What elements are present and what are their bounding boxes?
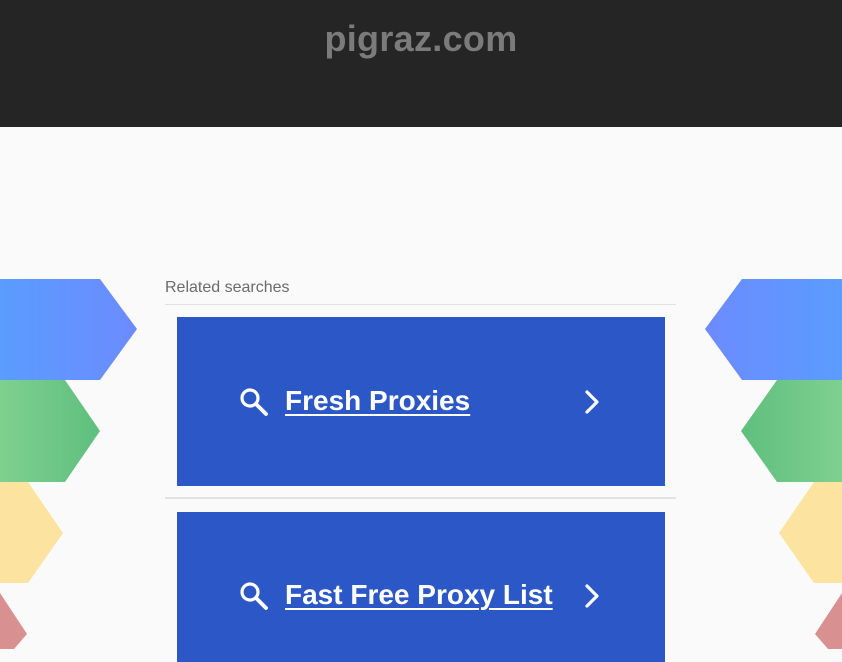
deco-yellow-left bbox=[0, 482, 63, 583]
site-domain-title[interactable]: pigraz.com bbox=[0, 18, 842, 60]
divider bbox=[165, 497, 676, 499]
search-icon bbox=[240, 387, 268, 416]
deco-green-right bbox=[741, 380, 842, 482]
deco-green-left bbox=[0, 380, 100, 482]
related-search-label: Fresh Proxies bbox=[285, 384, 471, 416]
chevron-right-icon bbox=[585, 584, 599, 608]
deco-red-left bbox=[0, 593, 27, 649]
related-search-link-fresh-proxies[interactable]: Fresh Proxies bbox=[177, 317, 665, 486]
site-header: pigraz.com bbox=[0, 0, 842, 127]
deco-blue-right bbox=[705, 279, 842, 380]
related-search-label: Fast Free Proxy List bbox=[285, 579, 553, 610]
deco-yellow-right bbox=[779, 482, 842, 583]
search-icon bbox=[240, 582, 268, 610]
deco-red-right bbox=[815, 593, 842, 649]
related-search-link-fast-free-proxy-list[interactable]: Fast Free Proxy List bbox=[177, 512, 665, 662]
related-searches-title: Related searches bbox=[165, 278, 676, 305]
deco-blue-left bbox=[0, 279, 137, 380]
related-search-content: Fresh Proxies bbox=[177, 382, 665, 422]
related-search-content: Fast Free Proxy List bbox=[177, 576, 665, 616]
related-searches-section: Related searches Fresh Proxies Fast Free… bbox=[165, 278, 676, 662]
chevron-right-icon bbox=[585, 389, 599, 414]
